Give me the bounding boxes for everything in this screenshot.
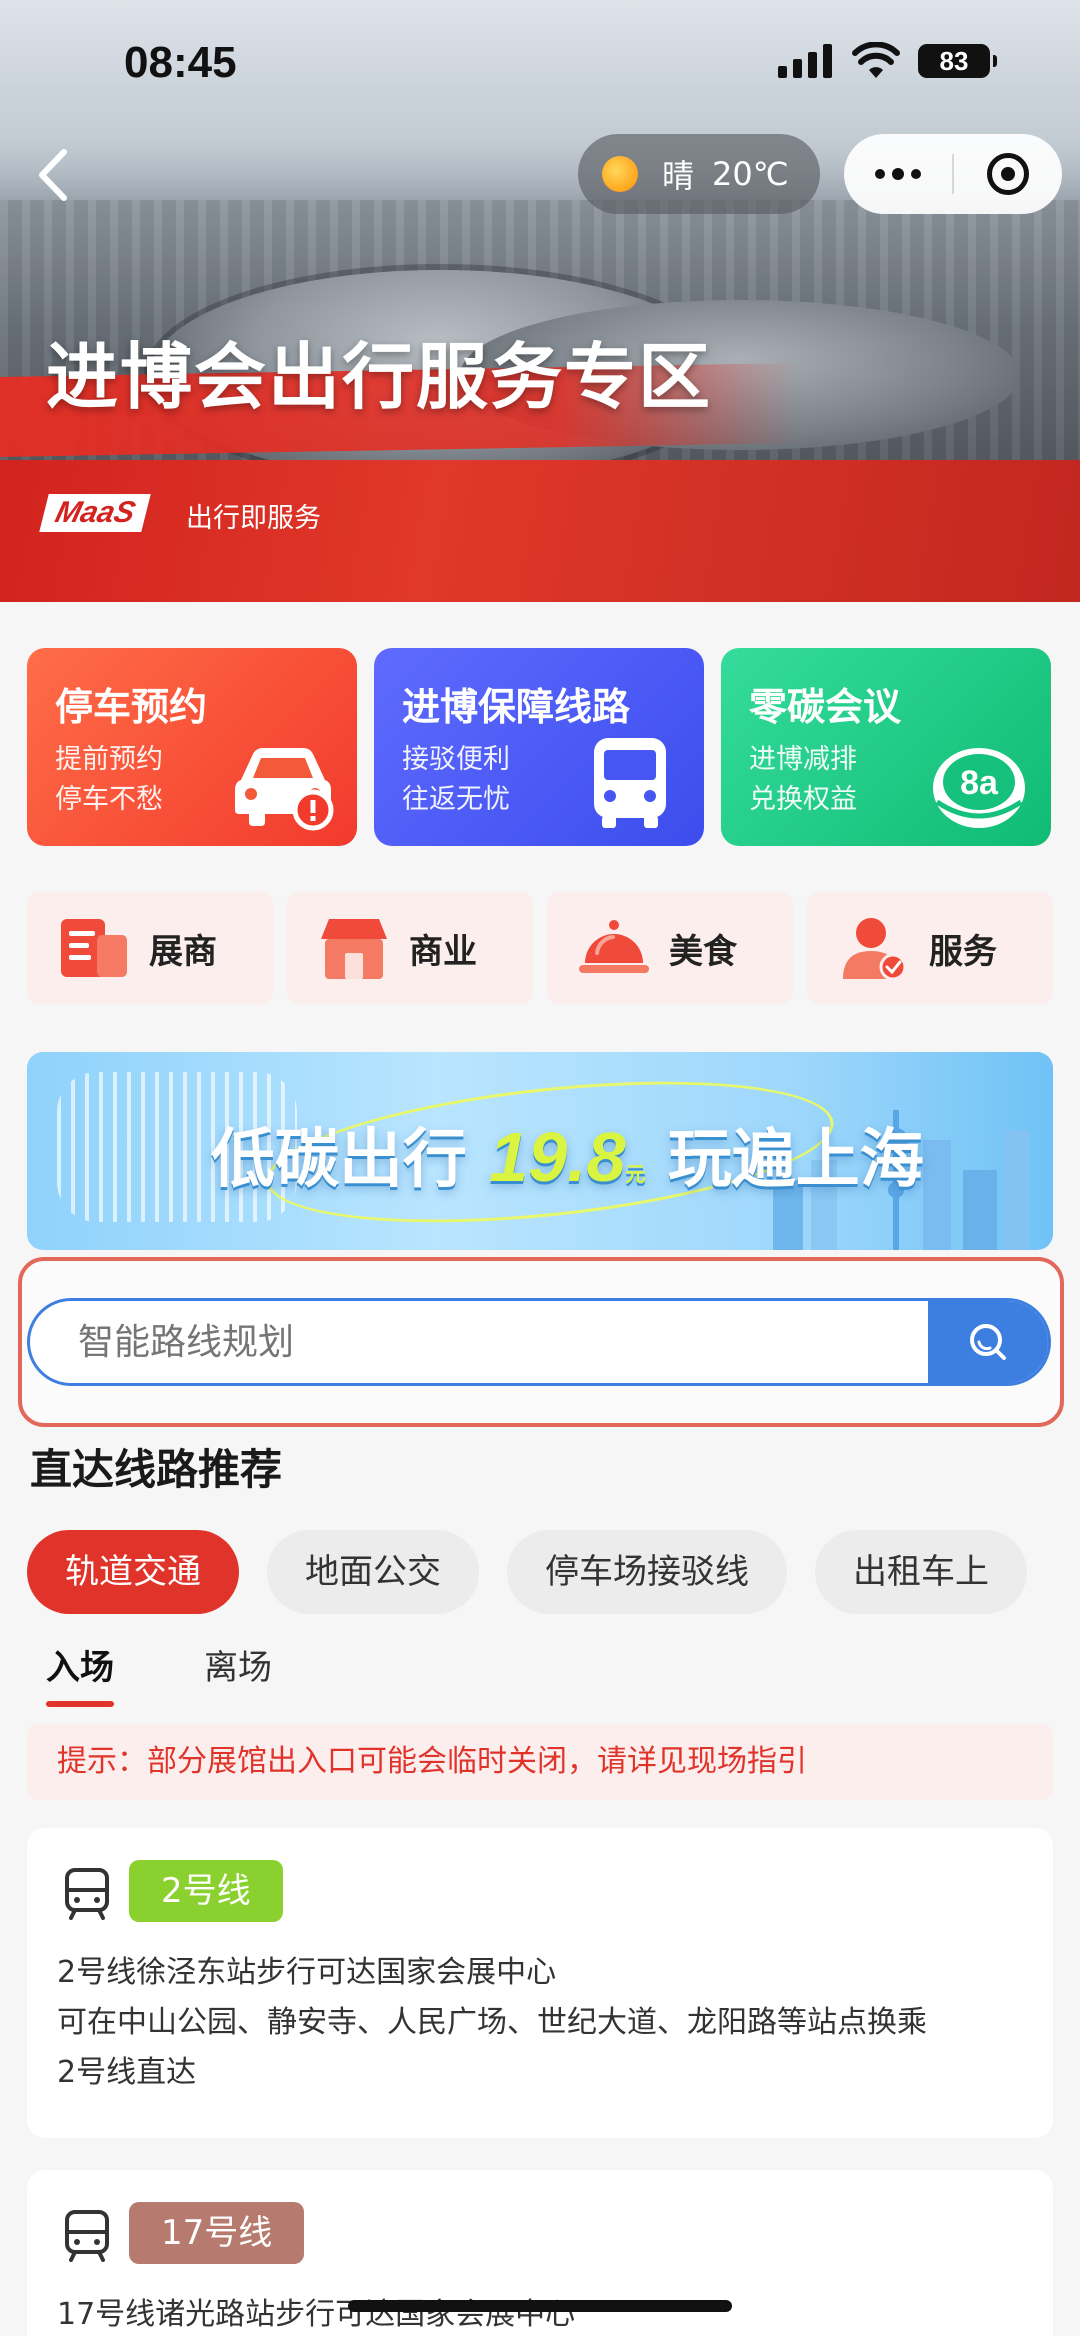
bus-icon xyxy=(594,738,666,828)
food-cloche-icon xyxy=(579,920,649,973)
card-subtitle: 进博减排 兑换权益 xyxy=(749,740,857,820)
tab-exit[interactable]: 离场 xyxy=(204,1640,272,1707)
line-badge: 17号线 xyxy=(129,2202,305,2264)
card-title: 进博保障线路 xyxy=(402,685,631,729)
promo-price: 19.8 xyxy=(489,1118,626,1196)
card-subtitle-line: 兑换权益 xyxy=(749,784,857,815)
search-button[interactable] xyxy=(928,1301,1048,1383)
exhibitor-icon xyxy=(61,919,127,977)
shop-icon xyxy=(321,919,387,979)
promo-unit: 元 xyxy=(625,1162,646,1186)
eco-8a-icon: 8a xyxy=(933,748,1025,828)
sun-icon xyxy=(602,156,638,192)
expo-shuttle-lines-card[interactable]: 进博保障线路 接驳便利 往返无忧 xyxy=(374,648,704,846)
route-search-box xyxy=(27,1298,1051,1386)
card-subtitle-line: 接驳便利 xyxy=(402,744,510,775)
back-arrow-icon[interactable] xyxy=(24,140,84,210)
promo-headline: 低碳出行 19.8元 玩遍上海 xyxy=(211,1108,924,1200)
route-description: 2号线徐泾东站步行可达国家会展中心 可在中山公园、静安寺、人民广场、世纪大道、龙… xyxy=(57,1948,927,2098)
home-indicator[interactable] xyxy=(348,2300,732,2312)
card-title: 零碳会议 xyxy=(749,685,902,729)
direct-routes-title: 直达线路推荐 xyxy=(30,1445,283,1494)
metro-train-icon xyxy=(65,2210,109,2262)
promo-text-after: 玩遍上海 xyxy=(667,1123,924,1197)
transport-mode-tabs: 轨道交通 地面公交 停车场接驳线 出租车上 xyxy=(27,1530,1080,1614)
card-subtitle-line: 停车不愁 xyxy=(55,784,163,815)
low-carbon-promo-banner[interactable]: 低碳出行 19.8元 玩遍上海 xyxy=(27,1052,1053,1250)
route-desc-line: 2号线徐泾东站步行可达国家会展中心 xyxy=(57,1955,557,1990)
chip-rail-transit[interactable]: 轨道交通 xyxy=(27,1530,239,1614)
weather-temperature: 20℃ xyxy=(712,155,789,193)
direction-tabs: 入场 离场 xyxy=(46,1640,362,1707)
chip-taxi[interactable]: 出租车上 xyxy=(815,1530,1027,1614)
promo-text-before: 低碳出行 xyxy=(211,1123,467,1197)
chip-ground-bus[interactable]: 地面公交 xyxy=(267,1530,479,1614)
page-title: 进博会出行服务专区 xyxy=(46,335,713,419)
category-business[interactable]: 商业 xyxy=(287,892,533,1004)
cellular-signal-icon xyxy=(778,44,834,78)
hero-banner: 进博会出行服务专区 MaaS 出行即服务 08:45 83 晴 20℃ xyxy=(0,0,1080,602)
route-desc-line: 17号线诸光路站步行可达国家会展中心 xyxy=(57,2297,576,2332)
maas-logo: MaaS xyxy=(39,494,152,532)
weather-condition: 晴 xyxy=(662,157,695,195)
svg-text:8a: 8a xyxy=(960,764,999,802)
card-subtitle: 提前预约 停车不愁 xyxy=(55,740,163,820)
card-subtitle: 接驳便利 往返无忧 xyxy=(402,740,510,820)
status-time: 08:45 xyxy=(124,38,237,87)
category-label: 展商 xyxy=(149,931,217,972)
tab-entry[interactable]: 入场 xyxy=(46,1640,114,1707)
category-food[interactable]: 美食 xyxy=(547,892,793,1004)
hero-red-band xyxy=(0,460,1080,602)
category-exhibitors[interactable]: 展商 xyxy=(27,892,273,1004)
battery-icon: 83 xyxy=(918,44,997,78)
service-person-icon xyxy=(843,918,907,981)
miniprogram-capsule xyxy=(844,134,1062,214)
weather-widget[interactable]: 晴 20℃ xyxy=(578,134,820,214)
card-title: 停车预约 xyxy=(55,685,208,729)
wifi-icon xyxy=(852,42,900,78)
card-subtitle-line: 往返无忧 xyxy=(402,784,510,815)
category-label: 服务 xyxy=(929,931,997,972)
chip-parking-shuttle[interactable]: 停车场接驳线 xyxy=(507,1530,787,1614)
route-description: 17号线诸光路站步行可达国家会展中心 xyxy=(57,2290,575,2336)
category-services[interactable]: 服务 xyxy=(807,892,1053,1004)
close-miniprogram-icon[interactable] xyxy=(954,134,1062,214)
route-desc-line: 可在中山公园、静安寺、人民广场、世纪大道、龙阳路等站点换乘 xyxy=(57,2005,927,2040)
card-subtitle-line: 提前预约 xyxy=(55,744,163,775)
line-badge: 2号线 xyxy=(129,1860,283,1922)
category-label: 美食 xyxy=(669,931,737,972)
more-dots-icon[interactable] xyxy=(844,134,952,214)
parking-reservation-card[interactable]: 停车预约 提前预约 停车不愁 xyxy=(27,648,357,846)
route-planning-input[interactable] xyxy=(30,1301,930,1383)
car-icon xyxy=(235,748,334,831)
category-label: 商业 xyxy=(409,931,477,972)
metro-train-icon xyxy=(65,1868,109,1920)
zero-carbon-meeting-card[interactable]: 零碳会议 进博减排 兑换权益 8a xyxy=(721,648,1051,846)
route-desc-line: 2号线直达 xyxy=(57,2055,197,2090)
logo-tagline: 出行即服务 xyxy=(186,503,321,534)
closure-notice: 提示：部分展馆出入口可能会临时关闭，请详见现场指引 xyxy=(27,1724,1053,1800)
route-card-line-2[interactable]: 2号线 2号线徐泾东站步行可达国家会展中心 可在中山公园、静安寺、人民广场、世纪… xyxy=(27,1828,1053,2138)
search-icon xyxy=(970,1324,1006,1360)
card-subtitle-line: 进博减排 xyxy=(749,744,857,775)
